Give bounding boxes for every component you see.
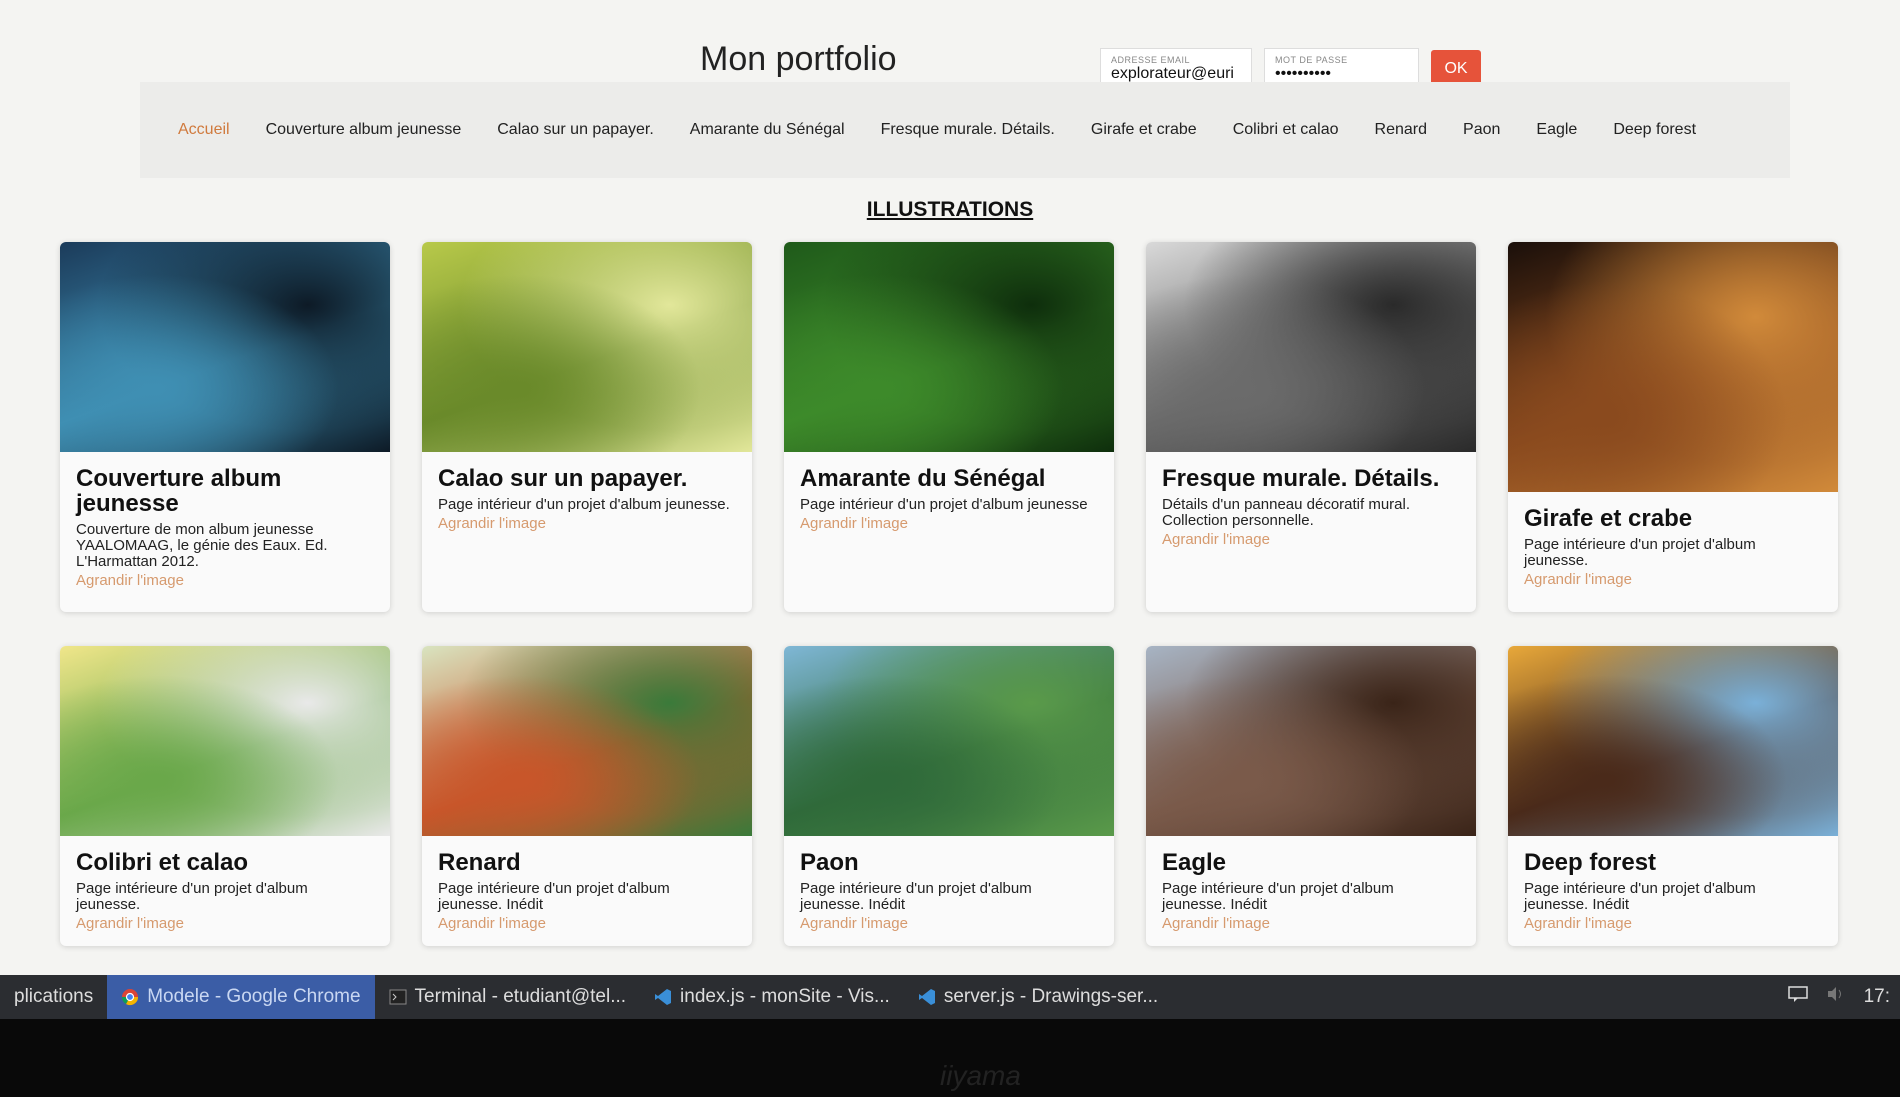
site-title: Mon portfolio: [700, 40, 897, 78]
card-title: Renard: [438, 849, 521, 876]
card-title: Colibri et calao: [76, 849, 249, 876]
enlarge-image-link[interactable]: Agrandir l'image: [1524, 571, 1632, 588]
password-label: MOT DE PASSE: [1275, 55, 1348, 65]
nav-item-calao[interactable]: Calao sur un papayer.: [479, 121, 672, 139]
system-tray: 17:: [1787, 985, 1900, 1009]
vscode-icon: [918, 988, 936, 1006]
card-image[interactable]: [1508, 242, 1838, 492]
password-input[interactable]: ••••••••••: [1275, 65, 1408, 83]
enlarge-image-link[interactable]: Agrandir l'image: [1162, 915, 1270, 932]
card-girafe: Girafe et crabe Page intérieure d'un pro…: [1508, 242, 1838, 612]
nav-item-fresque[interactable]: Fresque murale. Détails.: [863, 121, 1073, 139]
card-desc: Page intérieure d'un projet d'album jeun…: [1162, 880, 1394, 913]
email-input[interactable]: explorateur@euri: [1111, 65, 1241, 83]
card-fresque: Fresque murale. Détails. Détails d'un pa…: [1146, 242, 1476, 612]
task-vscode-index[interactable]: index.js - monSite - Vis...: [640, 975, 904, 1019]
card-title: Girafe et crabe: [1524, 505, 1693, 532]
card-image[interactable]: [784, 646, 1114, 836]
card-image[interactable]: [422, 242, 752, 452]
notification-icon[interactable]: [1787, 985, 1808, 1009]
applications-menu[interactable]: plications: [0, 975, 107, 1019]
card-calao: Calao sur un papayer. Page intérieur d'u…: [422, 242, 752, 612]
browser-viewport: Mon portfolio ADRESSE EMAIL explorateur@…: [0, 0, 1900, 975]
card-colibri: Colibri et calao Page intérieure d'un pr…: [60, 646, 390, 946]
task-label: index.js - monSite - Vis...: [680, 986, 890, 1007]
main-nav: Accueil Couverture album jeunesse Calao …: [140, 82, 1790, 178]
task-label: server.js - Drawings-ser...: [943, 986, 1159, 1007]
chrome-icon: [121, 988, 139, 1006]
nav-item-amarante[interactable]: Amarante du Sénégal: [672, 121, 863, 139]
enlarge-image-link[interactable]: Agrandir l'image: [438, 915, 546, 932]
card-eagle: Eagle Page intérieure d'un projet d'albu…: [1146, 646, 1476, 946]
nav-item-colibri[interactable]: Colibri et calao: [1215, 121, 1357, 139]
nav-item-couverture[interactable]: Couverture album jeunesse: [248, 121, 480, 139]
card-title: Paon: [800, 849, 859, 876]
card-image[interactable]: [1146, 242, 1476, 452]
task-label: Terminal - etudiant@tel...: [414, 986, 627, 1007]
card-desc: Page intérieure d'un projet d'album jeun…: [1524, 880, 1756, 913]
card-desc: Page intérieure d'un projet d'album jeun…: [800, 880, 1032, 913]
card-couverture: Couverture album jeunesse Couverture de …: [60, 242, 390, 612]
card-desc: Page intérieure d'un projet d'album jeun…: [76, 880, 308, 913]
card-paon: Paon Page intérieure d'un projet d'album…: [784, 646, 1114, 946]
vscode-icon: [654, 988, 672, 1006]
card-deep-forest: Deep forest Page intérieure d'un projet …: [1508, 646, 1838, 946]
card-title: Amarante du Sénégal: [800, 465, 1046, 492]
card-desc: Détails d'un panneau décoratif mural. Co…: [1162, 496, 1411, 529]
email-label: ADRESSE EMAIL: [1111, 55, 1191, 65]
nav-item-paon[interactable]: Paon: [1445, 121, 1518, 139]
enlarge-image-link[interactable]: Agrandir l'image: [800, 915, 908, 932]
card-desc: Page intérieur d'un projet d'album jeune…: [438, 496, 730, 514]
enlarge-image-link[interactable]: Agrandir l'image: [76, 915, 184, 932]
task-label: Modele - Google Chrome: [147, 986, 361, 1007]
illustrations-grid: Couverture album jeunesse Couverture de …: [60, 242, 1840, 946]
terminal-icon: [389, 988, 407, 1006]
os-taskbar: plications Modele - Google Chrome Termin…: [0, 975, 1900, 1019]
card-image[interactable]: [60, 242, 390, 452]
card-image[interactable]: [784, 242, 1114, 452]
task-vscode-server[interactable]: server.js - Drawings-ser...: [904, 975, 1172, 1019]
nav-item-accueil[interactable]: Accueil: [160, 121, 248, 139]
section-heading: ILLUSTRATIONS: [866, 198, 1034, 221]
volume-icon[interactable]: [1826, 985, 1846, 1009]
card-image[interactable]: [60, 646, 390, 836]
enlarge-image-link[interactable]: Agrandir l'image: [438, 515, 546, 532]
nav-item-renard[interactable]: Renard: [1357, 121, 1445, 139]
clock: 17:: [1863, 986, 1890, 1007]
enlarge-image-link[interactable]: Agrandir l'image: [800, 515, 908, 532]
card-image[interactable]: [1508, 646, 1838, 836]
nav-item-eagle[interactable]: Eagle: [1518, 121, 1595, 139]
card-title: Deep forest: [1524, 849, 1657, 876]
nav-item-girafe[interactable]: Girafe et crabe: [1073, 121, 1215, 139]
card-desc: Couverture de mon album jeunesse YAALOMA…: [76, 521, 328, 570]
card-desc: Page intérieure d'un projet d'album jeun…: [438, 880, 670, 913]
card-renard: Renard Page intérieure d'un projet d'alb…: [422, 646, 752, 946]
card-title: Couverture album jeunesse: [76, 465, 282, 518]
card-amarante: Amarante du Sénégal Page intérieur d'un …: [784, 242, 1114, 612]
card-image[interactable]: [422, 646, 752, 836]
task-chrome[interactable]: Modele - Google Chrome: [107, 975, 375, 1019]
card-title: Eagle: [1162, 849, 1227, 876]
card-title: Fresque murale. Détails.: [1162, 465, 1440, 492]
nav-item-deep-forest[interactable]: Deep forest: [1595, 121, 1714, 139]
task-terminal[interactable]: Terminal - etudiant@tel...: [375, 975, 641, 1019]
enlarge-image-link[interactable]: Agrandir l'image: [1162, 531, 1270, 548]
monitor-brand-logo: iiyama: [940, 1060, 1021, 1091]
card-desc: Page intérieur d'un projet d'album jeune…: [800, 496, 1088, 514]
card-desc: Page intérieure d'un projet d'album jeun…: [1524, 536, 1756, 569]
card-image[interactable]: [1146, 646, 1476, 836]
enlarge-image-link[interactable]: Agrandir l'image: [1524, 915, 1632, 932]
enlarge-image-link[interactable]: Agrandir l'image: [76, 572, 184, 589]
card-title: Calao sur un papayer.: [438, 465, 688, 492]
